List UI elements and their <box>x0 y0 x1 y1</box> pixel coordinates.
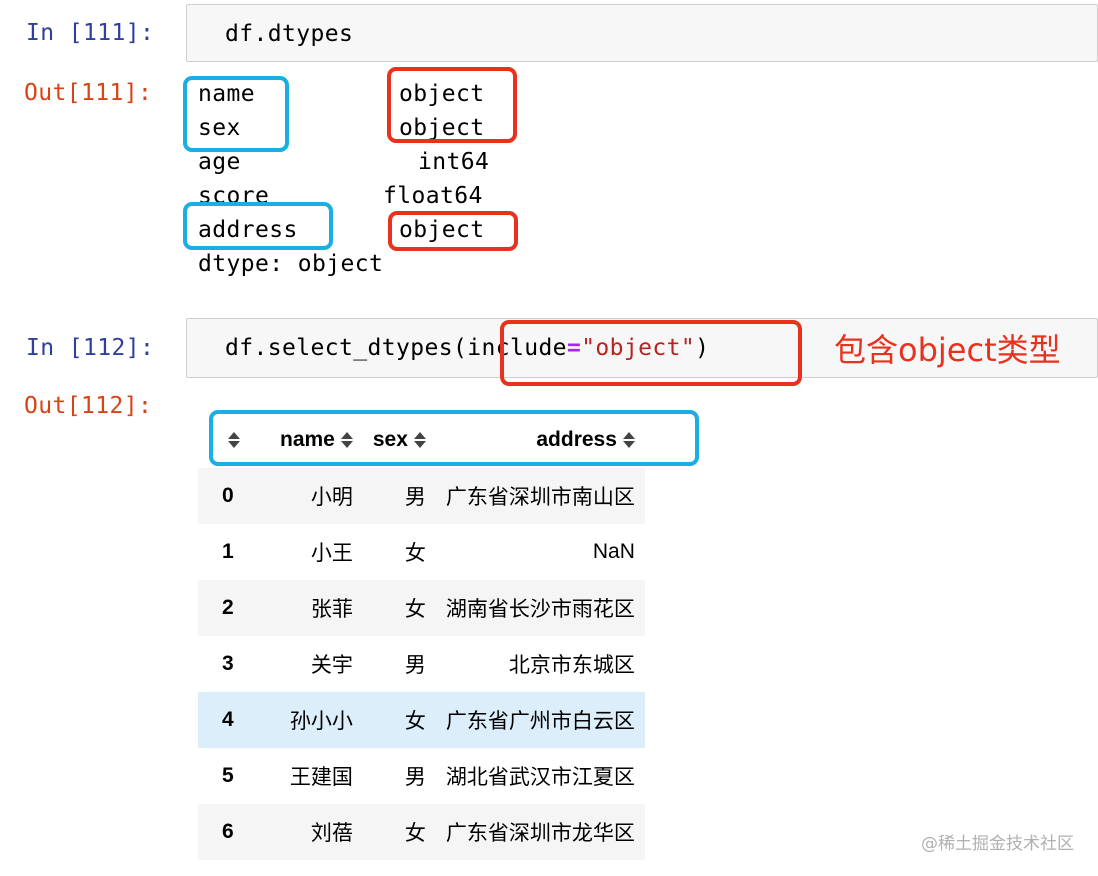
dtype-sex-label: sex <box>198 115 241 141</box>
cell-name: 关宇 <box>310 654 353 677</box>
dtype-footer: dtype: object <box>198 251 384 277</box>
row-index: 0 <box>222 484 234 507</box>
table-row: 0 小明 男 广东省深圳市南山区 <box>198 468 645 524</box>
cell-name: 刘蓓 <box>310 822 353 845</box>
code-operator: = <box>566 335 582 361</box>
cell-address: 广东省广州市白云区 <box>445 710 635 733</box>
dtype-age-value: int64 <box>418 149 490 175</box>
row-index: 6 <box>222 820 234 843</box>
dtype-score-value: float64 <box>383 183 483 209</box>
cell-name: 小明 <box>310 486 353 509</box>
dtype-name-value: object <box>399 81 485 107</box>
header-address-label: address <box>536 428 617 451</box>
code-close-paren: ) <box>695 335 710 361</box>
cell-name: 孙小小 <box>289 710 353 733</box>
row-index: 3 <box>222 652 234 675</box>
input-prompt-112: In [112]: <box>26 335 155 361</box>
code-cell-111[interactable]: df.dtypes <box>186 4 1098 62</box>
input-prompt-111: In [111]: <box>26 20 155 46</box>
table-header-row: name sex address <box>198 412 645 468</box>
dtype-age-label: age <box>198 149 241 175</box>
cell-sex: 男 <box>404 766 426 789</box>
table-row: 1 小王 女 NaN <box>198 524 645 580</box>
code-keyword: include <box>467 335 567 361</box>
cell-name: 王建国 <box>289 766 353 789</box>
table-row: 6 刘蓓 女 广东省深圳市龙华区 <box>198 804 645 860</box>
dtype-name-label: name <box>198 81 255 107</box>
dtype-sex-value: object <box>399 115 485 141</box>
dtype-address-value: object <box>399 217 485 243</box>
sort-icon[interactable] <box>340 432 353 449</box>
header-sex-label: sex <box>372 428 408 451</box>
cell-sex: 男 <box>404 654 426 677</box>
table-row: 5 王建国 男 湖北省武汉市江夏区 <box>198 748 645 804</box>
cell-name: 张菲 <box>310 598 353 621</box>
sort-icon[interactable] <box>622 432 635 449</box>
cell-sex: 女 <box>404 542 426 565</box>
cell-sex: 女 <box>404 598 426 621</box>
cell-name: 小王 <box>310 542 353 565</box>
watermark: @稀土掘金技术社区 <box>921 834 1074 854</box>
code-function: df.select_dtypes( <box>225 335 468 361</box>
table-row: 2 张菲 女 湖南省长沙市雨花区 <box>198 580 645 636</box>
code-line: df.select_dtypes(include="object") <box>225 333 709 363</box>
annotation-include-object: 包含object类型 <box>834 331 1061 369</box>
cell-address: 湖北省武汉市江夏区 <box>445 766 635 789</box>
header-address[interactable]: address <box>436 412 645 468</box>
cell-sex: 女 <box>404 710 426 733</box>
code-line: df.dtypes <box>225 21 354 47</box>
row-index: 4 <box>222 708 234 731</box>
table-row: 3 关宇 男 北京市东城区 <box>198 636 645 692</box>
sort-icon[interactable] <box>413 432 426 449</box>
row-index: 5 <box>222 764 234 787</box>
header-index[interactable] <box>198 412 260 468</box>
cell-address: NaN <box>592 540 635 563</box>
row-index: 2 <box>222 596 234 619</box>
cell-sex: 女 <box>404 822 426 845</box>
dtype-address-label: address <box>198 217 298 243</box>
cell-sex: 男 <box>404 486 426 509</box>
table-row-hovered: 4 孙小小 女 广东省广州市白云区 <box>198 692 645 748</box>
cell-address: 湖南省长沙市雨花区 <box>445 598 635 621</box>
header-name[interactable]: name <box>260 412 363 468</box>
header-sex[interactable]: sex <box>363 412 436 468</box>
row-index: 1 <box>222 540 234 563</box>
dtype-score-label: score <box>198 183 270 209</box>
code-string: "object" <box>581 335 696 361</box>
output-prompt-112: Out[112]: <box>24 393 153 419</box>
cell-address: 广东省深圳市南山区 <box>445 486 635 509</box>
dataframe-table: name sex address 0 小明 男 广东省深圳市南山区 1 小王 女… <box>198 412 645 860</box>
header-name-label: name <box>280 428 335 451</box>
output-prompt-111: Out[111]: <box>24 80 153 106</box>
cell-address: 广东省深圳市龙华区 <box>445 822 635 845</box>
cell-address: 北京市东城区 <box>508 654 635 677</box>
sort-icon[interactable] <box>228 432 240 449</box>
